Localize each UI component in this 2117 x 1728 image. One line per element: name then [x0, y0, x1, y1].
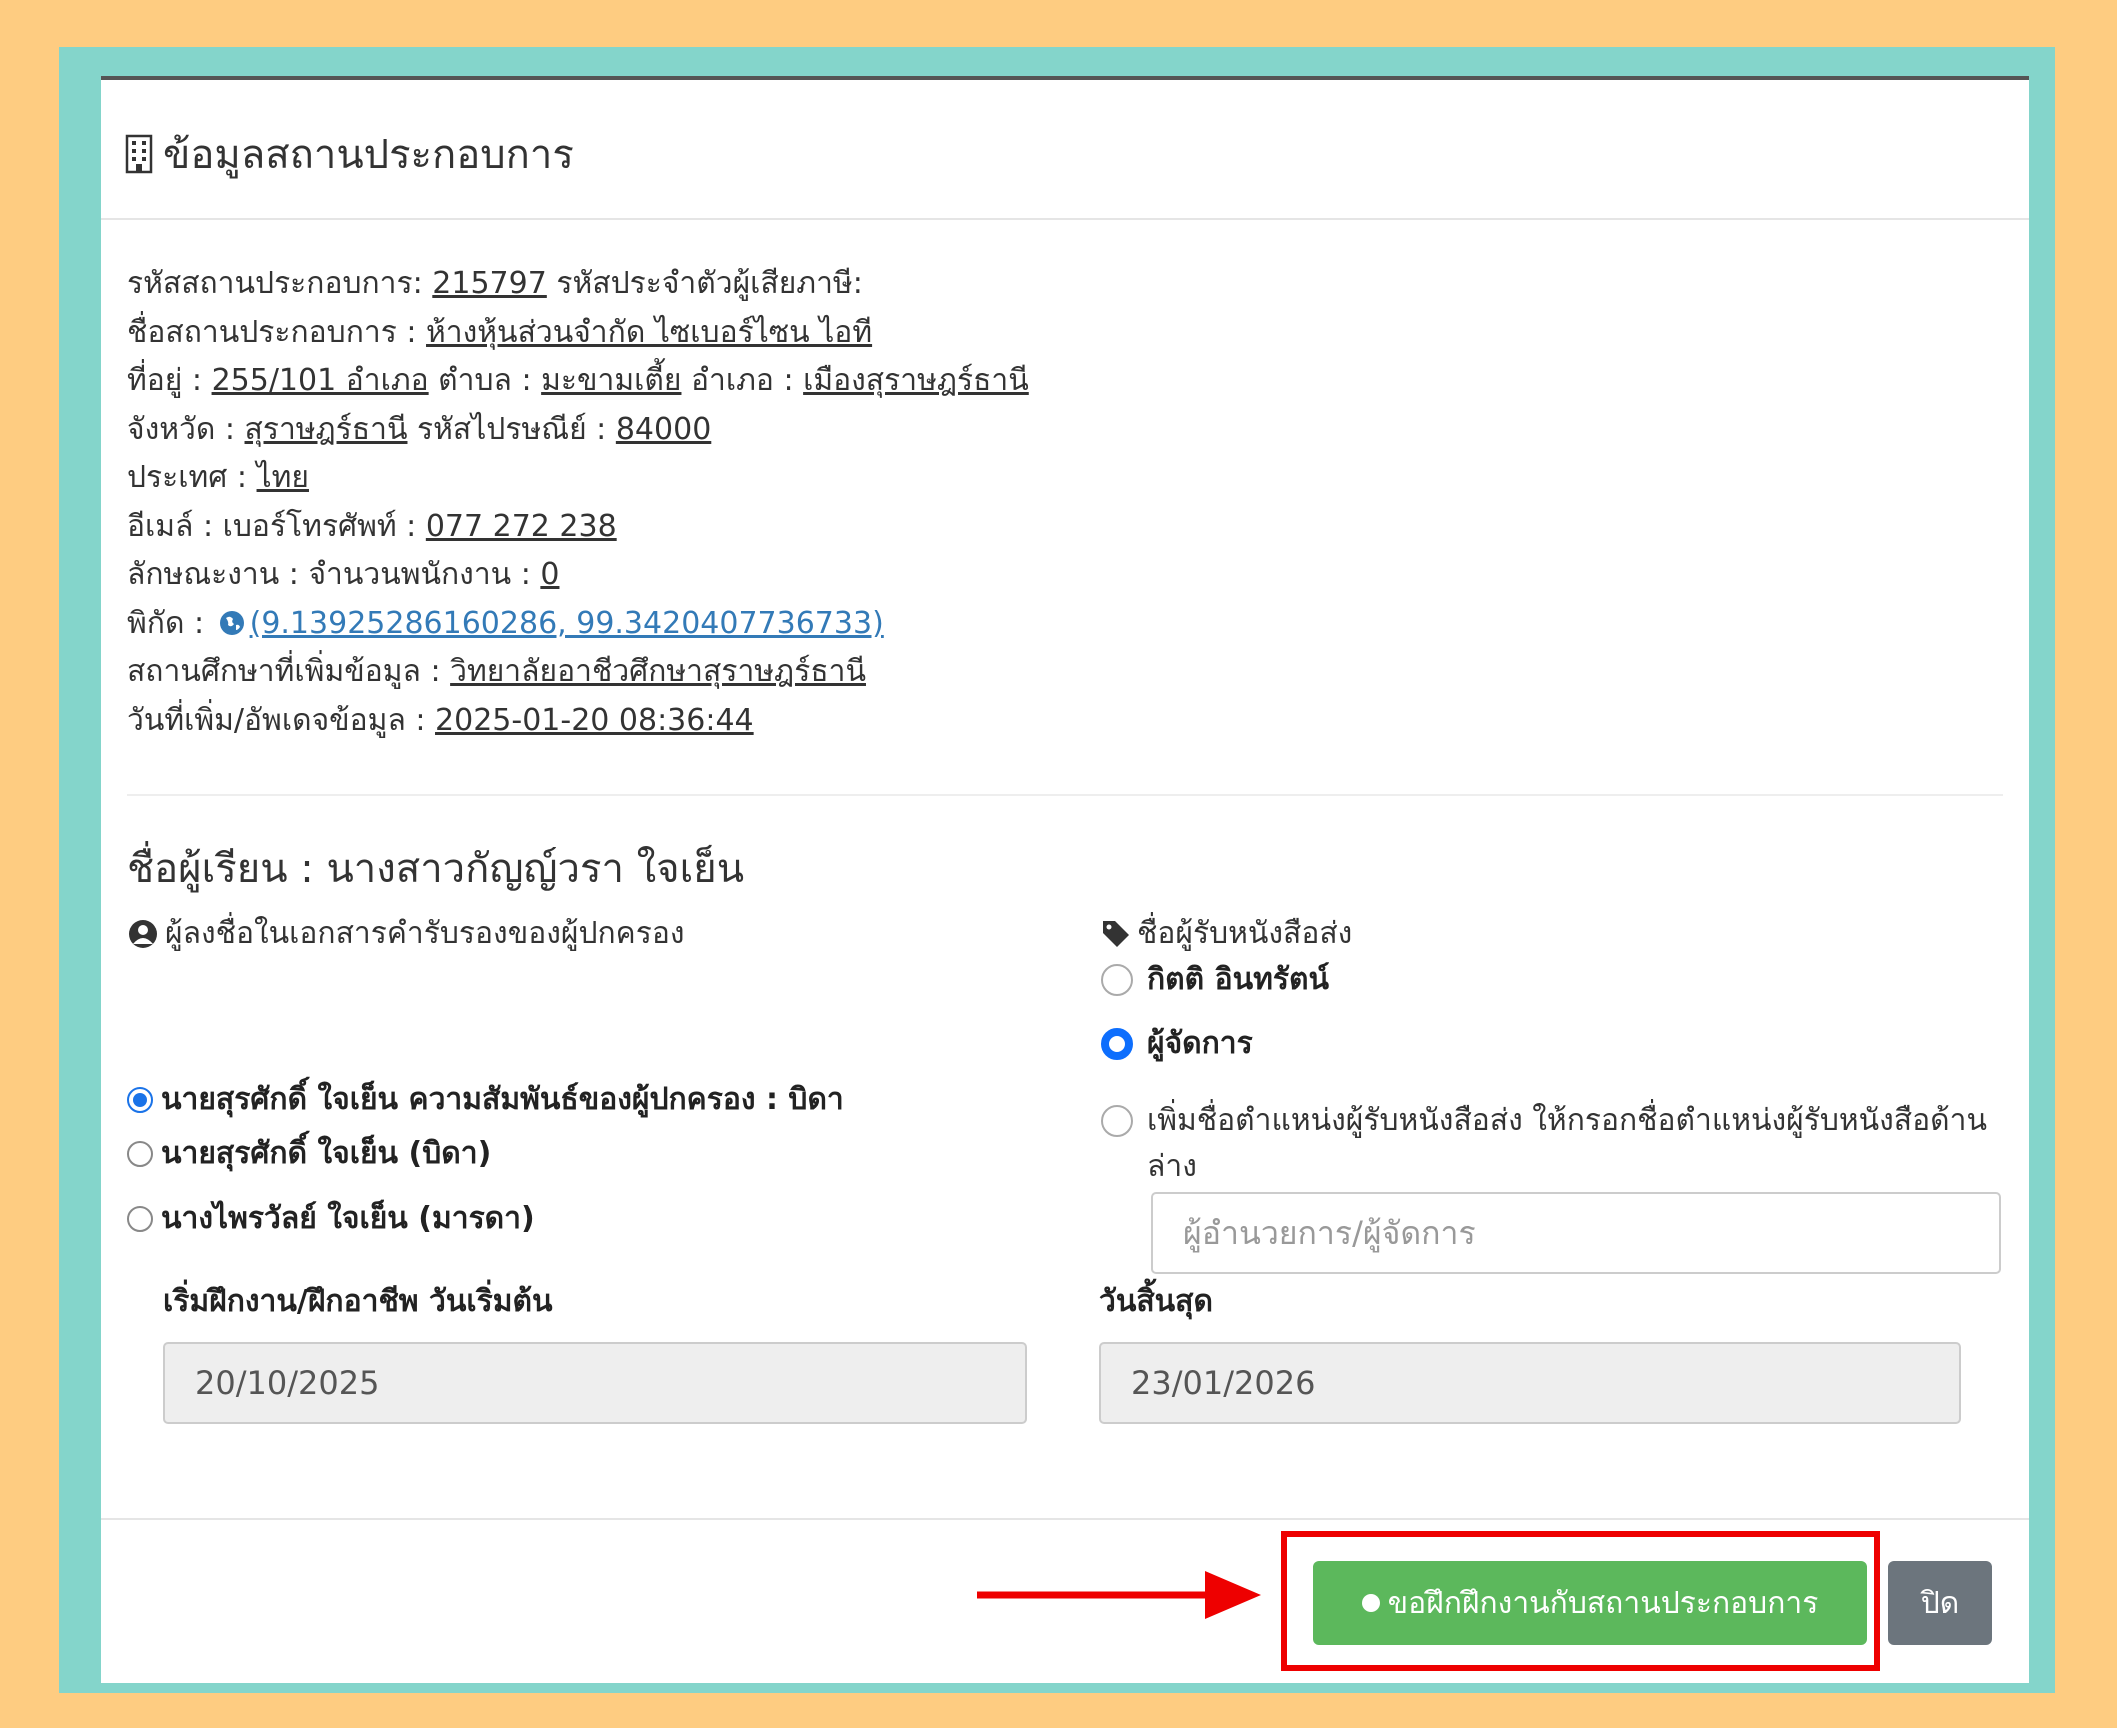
recipient-option-3-label: เพิ่มชื่อตำแหน่งผู้รับหนังสือส่ง ให้กรอก… [1147, 1103, 1987, 1184]
coords-link[interactable]: (9.13925286160286, 99.3420407736733) [250, 606, 884, 641]
guardian-label-text: ผู้ลงชื่อในเอกสารคำรับรองของผู้ปกครอง [165, 916, 685, 951]
email-label: อีเมล์ : [127, 508, 223, 544]
name-value: ห้างหุ้นส่วนจำกัด ไซเบอร์ไซน ไอที [426, 314, 873, 350]
school-label: สถานศึกษาที่เพิ่มข้อมูล : [127, 654, 451, 689]
close-button[interactable]: ปิด [1888, 1561, 1992, 1645]
info-row-country: ประเทศ : ไทย [127, 454, 1029, 503]
radio-button[interactable] [1101, 1105, 1133, 1137]
section-divider [127, 794, 2003, 796]
updated-label: วันที่เพิ่ม/อัพเดจข้อมูล : [127, 702, 436, 738]
info-row-updated: วันที่เพิ่ม/อัพเดจข้อมูล : 2025-01-20 08… [127, 697, 1029, 746]
recipient-option-2-label: ผู้จัดการ [1147, 1026, 1253, 1061]
end-date-label: วันสิ้นสุด [1099, 1284, 1213, 1319]
highlight-box [1281, 1531, 1880, 1671]
info-row-contact: อีเมล์ : เบอร์โทรศัพท์ : 077 272 238 [127, 503, 1029, 552]
info-row-nature: ลักษณะงาน : จำนวนพนักงาน : 0 [127, 551, 1029, 600]
postal-value: 84000 [615, 411, 712, 447]
province-label: จังหวัด : [127, 411, 245, 447]
recipient-option-2[interactable]: ผู้จัดการ [1101, 1020, 1253, 1067]
modal-title: ข้อมูลสถานประกอบการ [125, 122, 574, 186]
nature-label: ลักษณะงาน : [127, 557, 309, 592]
recipient-option-3[interactable]: เพิ่มชื่อตำแหน่งผู้รับหนังสือส่ง ให้กรอก… [1101, 1098, 2001, 1190]
arrow-annotation-icon [977, 1571, 1261, 1619]
student-name: ชื่อผู้เรียน : นางสาวกัญญ์วรา ใจเย็น [127, 846, 745, 892]
guardian-option-2-label: นายสุรศักดิ์ ใจเย็น (บิดา) [161, 1136, 492, 1171]
guardian-option-1[interactable]: นายสุรศักดิ์ ใจเย็น ความสัมพันธ์ของผู้ปก… [127, 1076, 844, 1123]
subdistrict-value: มะขามเตี้ย [541, 363, 682, 398]
address-label: ที่อยู่ : [127, 363, 212, 398]
postal-label: รหัสไปรษณีย์ : [407, 411, 616, 447]
code-value: 215797 [432, 266, 547, 301]
radio-button[interactable] [127, 1140, 153, 1167]
info-row-province: จังหวัด : สุราษฎร์ธานี รหัสไปรษณีย์ : 84… [127, 406, 1029, 455]
phone-label: เบอร์โทรศัพท์ : [222, 508, 426, 544]
recipient-option-1-label: กิตติ อินทรัตน์ [1147, 962, 1329, 997]
school-value: วิทยาลัยอาชีวศึกษาสุราษฎร์ธานี [450, 654, 866, 689]
info-row-school: สถานศึกษาที่เพิ่มข้อมูล : วิทยาลัยอาชีวศ… [127, 648, 1029, 697]
radio-button[interactable] [127, 1205, 153, 1232]
tax-label: รหัสประจำตัวผู้เสียภาษี: [546, 266, 863, 301]
start-date-input[interactable]: 20/10/2025 [163, 1342, 1027, 1424]
district-label: อำเภอ : [681, 363, 804, 398]
recipient-label: ชื่อผู้รับหนังสือส่ง [1101, 910, 1352, 957]
guardian-label: ผู้ลงชื่อในเอกสารคำรับรองของผู้ปกครอง [127, 910, 685, 957]
end-date-input[interactable]: 23/01/2026 [1099, 1342, 1961, 1424]
building-icon [125, 134, 153, 174]
info-row-address: ที่อยู่ : 255/101 อำเภอ ตำบล : มะขามเตี้… [127, 357, 1029, 406]
guardian-option-3[interactable]: นางไพรวัลย์ ใจเย็น (มารดา) [127, 1195, 535, 1242]
country-value: ไทย [256, 460, 309, 495]
guardian-option-2[interactable]: นายสุรศักดิ์ ใจเย็น (บิดา) [127, 1130, 491, 1177]
country-label: ประเทศ : [127, 460, 257, 495]
name-label: ชื่อสถานประกอบการ : [127, 314, 427, 350]
user-circle-icon [129, 919, 157, 948]
tag-icon [1103, 920, 1129, 947]
guardian-option-3-label: นางไพรวัลย์ ใจเย็น (มารดา) [161, 1201, 535, 1236]
recipient-option-1[interactable]: กิตติ อินทรัตน์ [1101, 956, 1329, 1003]
recipient-label-text: ชื่อผู้รับหนังสือส่ง [1137, 916, 1353, 951]
modal-dialog: ข้อมูลสถานประกอบการ รหัสสถานประกอบการ: 2… [101, 76, 2029, 1683]
district-value: เมืองสุราษฎร์ธานี [803, 363, 1029, 398]
radio-button[interactable] [127, 1086, 153, 1113]
start-date-label: เริ่มฝึกงาน/ฝึกอาชีพ วันเริ่มต้น [163, 1284, 553, 1319]
modal-title-text: ข้อมูลสถานประกอบการ [163, 132, 574, 178]
close-button-label: ปิด [1920, 1585, 1960, 1621]
modal-footer-divider [101, 1518, 2029, 1520]
recipient-title-input[interactable]: ผู้อำนวยการ/ผู้จัดการ [1151, 1192, 2001, 1274]
updated-value: 2025-01-20 08:36:44 [435, 702, 754, 738]
radio-button[interactable] [1101, 963, 1133, 996]
guardian-option-1-label: นายสุรศักดิ์ ใจเย็น ความสัมพันธ์ของผู้ปก… [161, 1082, 844, 1117]
globe-icon [219, 610, 244, 635]
info-row-code: รหัสสถานประกอบการ: 215797 รหัสประจำตัวผู… [127, 260, 1029, 309]
subdistrict-label: ตำบล : [428, 363, 542, 398]
employees-label: จำนวนพนักงาน : [308, 557, 541, 592]
phone-value: 077 272 238 [425, 508, 617, 544]
province-value: สุราษฎร์ธานี [244, 411, 408, 447]
radio-button[interactable] [1101, 1027, 1133, 1060]
modal-header: ข้อมูลสถานประกอบการ [101, 80, 2029, 220]
coords-label: พิกัด : [127, 605, 214, 641]
employees-value: 0 [540, 557, 560, 592]
info-row-coords: พิกัด : (9.13925286160286, 99.3420407736… [127, 600, 1029, 649]
code-label: รหัสสถานประกอบการ: [127, 266, 433, 301]
info-row-name: ชื่อสถานประกอบการ : ห้างหุ้นส่วนจำกัด ไซ… [127, 309, 1029, 358]
business-info: รหัสสถานประกอบการ: 215797 รหัสประจำตัวผู… [127, 260, 1029, 745]
address-value: 255/101 อำเภอ [211, 363, 429, 398]
